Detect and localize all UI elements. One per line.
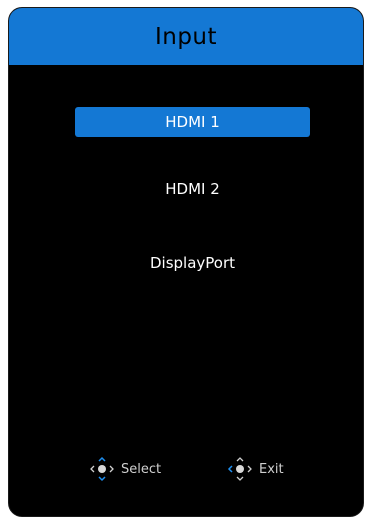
menu-item-displayport[interactable]: DisplayPort <box>75 248 310 278</box>
control-hints: Select Exit <box>9 454 363 484</box>
page-title: Input <box>154 23 218 50</box>
exit-hint: Exit <box>225 454 284 484</box>
osd-header: Input <box>9 8 363 65</box>
select-hint: Select <box>87 454 161 484</box>
input-osd-panel: Input HDMI 1 HDMI 2 DisplayPort Select E… <box>8 7 364 517</box>
exit-label: Exit <box>259 461 284 477</box>
menu-item-hdmi-1[interactable]: HDMI 1 <box>75 107 310 137</box>
select-label: Select <box>121 461 162 477</box>
menu-item-hdmi-2[interactable]: HDMI 2 <box>75 174 310 204</box>
joystick-icon <box>227 457 252 481</box>
joystick-updown-icon <box>90 456 114 482</box>
